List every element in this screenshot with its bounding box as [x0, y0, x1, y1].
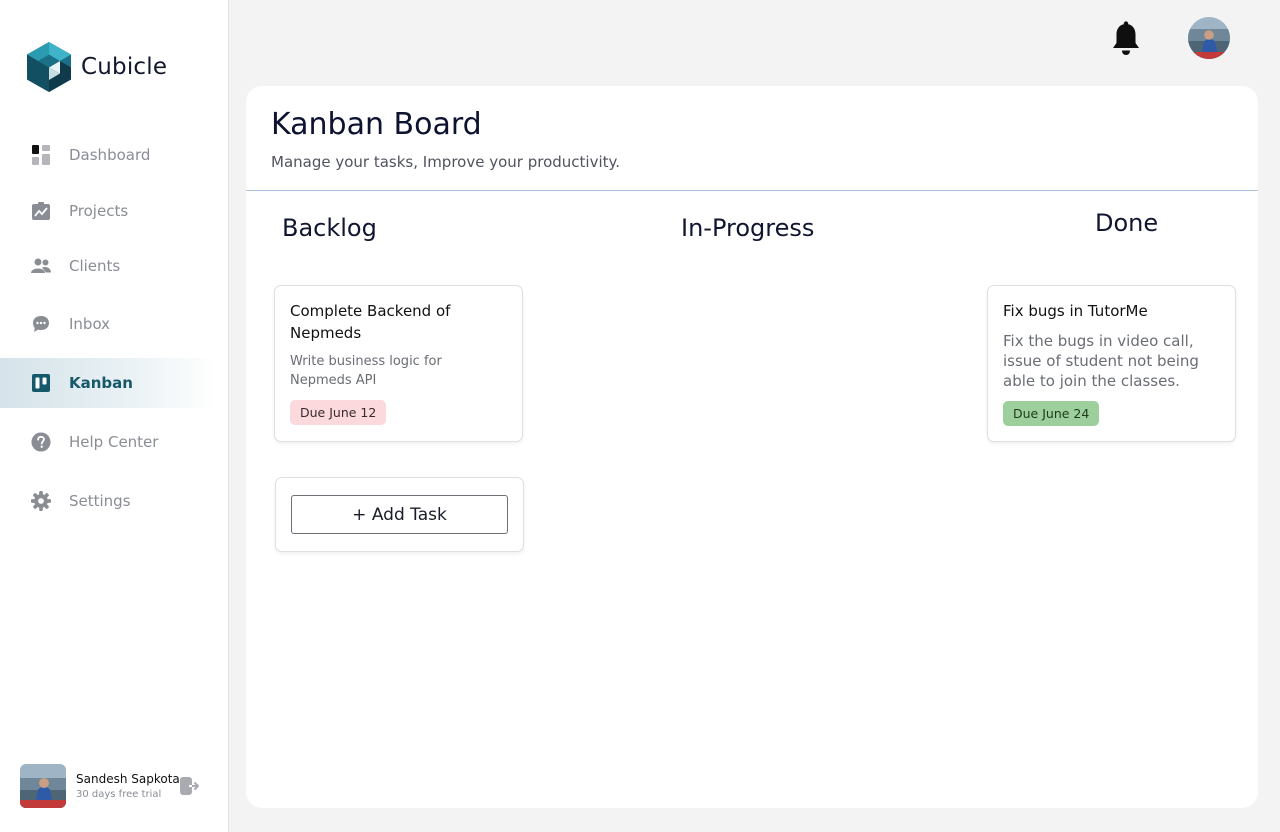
add-task-button[interactable]: + Add Task	[291, 495, 508, 534]
user-meta: Sandesh Sapkota 30 days free trial	[76, 772, 180, 800]
add-task-container: + Add Task	[275, 477, 524, 552]
column-title-backlog: Backlog	[282, 214, 377, 242]
inbox-icon	[31, 314, 51, 334]
task-description: Write business logic for Nepmeds API	[290, 354, 442, 388]
sidebar: Cubicle Dashboard Projects Clients Inbox	[0, 0, 229, 832]
task-card[interactable]: Fix bugs in TutorMe Fix the bugs in vide…	[987, 285, 1236, 442]
profile-avatar[interactable]	[1188, 17, 1230, 59]
cubicle-logo-icon	[27, 42, 71, 92]
sidebar-item-clients[interactable]: Clients	[0, 241, 228, 291]
gear-icon	[31, 491, 51, 511]
brand-name: Cubicle	[81, 54, 168, 80]
sidebar-item-label: Projects	[69, 202, 129, 220]
page-title: Kanban Board	[271, 107, 482, 142]
sidebar-item-inbox[interactable]: Inbox	[0, 299, 228, 349]
sidebar-item-label: Clients	[69, 257, 121, 275]
brand[interactable]: Cubicle	[26, 41, 167, 93]
user-name: Sandesh Sapkota	[76, 772, 180, 786]
sidebar-item-label: Inbox	[69, 315, 111, 333]
user-subtitle: 30 days free trial	[76, 789, 162, 800]
help-icon	[31, 432, 51, 452]
clients-icon	[31, 256, 51, 276]
sidebar-item-label: Settings	[69, 492, 131, 510]
board-header: Kanban Board Manage your tasks, Improve …	[246, 86, 1258, 191]
bell-icon[interactable]	[1110, 21, 1142, 57]
dashboard-icon	[31, 145, 51, 165]
sidebar-item-dashboard[interactable]: Dashboard	[0, 130, 228, 180]
task-title: Fix bugs in TutorMe	[1003, 302, 1148, 320]
projects-icon	[31, 201, 51, 221]
avatar	[20, 764, 66, 808]
kanban-icon	[31, 373, 51, 393]
due-badge: Due June 12	[290, 400, 387, 425]
kanban-board: Kanban Board Manage your tasks, Improve …	[246, 86, 1258, 808]
task-card[interactable]: Complete Backend of Nepmeds Write busine…	[274, 285, 523, 442]
sidebar-item-help-center[interactable]: Help Center	[0, 417, 228, 467]
sidebar-item-kanban[interactable]: Kanban	[0, 358, 228, 408]
page-subtitle: Manage your tasks, Improve your producti…	[271, 153, 621, 171]
due-badge: Due June 24	[1003, 401, 1100, 426]
task-description: Fix the bugs in video call, issue of stu…	[1003, 332, 1199, 390]
sidebar-item-label: Help Center	[69, 433, 159, 451]
logout-icon[interactable]	[180, 777, 200, 795]
task-title: Complete Backend of Nepmeds	[290, 302, 451, 342]
sidebar-item-label: Dashboard	[69, 146, 151, 164]
user-card[interactable]: Sandesh Sapkota 30 days free trial	[20, 764, 180, 808]
column-title-in-progress: In-Progress	[681, 214, 815, 242]
sidebar-item-label: Kanban	[69, 374, 133, 392]
sidebar-item-settings[interactable]: Settings	[0, 476, 228, 526]
column-title-done: Done	[1095, 209, 1159, 237]
sidebar-item-projects[interactable]: Projects	[0, 186, 228, 236]
